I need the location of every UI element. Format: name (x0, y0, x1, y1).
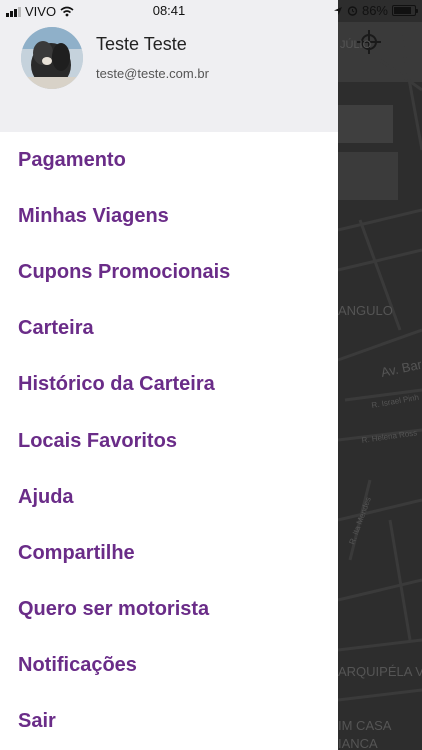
map-label: JÚLIO (340, 38, 372, 51)
menu-item-cupons-promocionais[interactable]: Cupons Promocionais (0, 244, 338, 300)
user-email: teste@teste.com.br (96, 66, 209, 81)
menu-item-notificacoes[interactable]: Notificações (0, 638, 338, 694)
map-label: IM CASA (338, 718, 392, 733)
menu-item-pagamento[interactable]: Pagamento (0, 132, 338, 188)
menu-item-carteira[interactable]: Carteira (0, 301, 338, 357)
drawer-menu: Pagamento Minhas Viagens Cupons Promocio… (0, 132, 338, 750)
side-drawer: Teste Teste teste@teste.com.br Pagamento… (0, 0, 338, 750)
map-label: IANCA (338, 736, 378, 750)
status-bar: VIVO 08:41 86% (0, 0, 422, 22)
map-label: ARQUIPÉLA VERDE (338, 664, 422, 679)
menu-item-sair[interactable]: Sair (0, 694, 338, 750)
menu-item-compartilhe[interactable]: Compartilhe (0, 525, 338, 581)
battery-icon (392, 5, 418, 16)
avatar-image (21, 27, 83, 89)
battery-percent: 86% (361, 3, 388, 18)
avatar[interactable] (21, 27, 83, 89)
menu-item-ajuda[interactable]: Ajuda (0, 469, 338, 525)
menu-item-historico-carteira[interactable]: Histórico da Carteira (0, 357, 338, 413)
alarm-icon (347, 6, 358, 16)
map-label: ANGULO (338, 303, 393, 318)
status-right: 86% (333, 3, 418, 18)
menu-item-quero-ser-motorista[interactable]: Quero ser motorista (0, 582, 338, 638)
menu-item-locais-favoritos[interactable]: Locais Favoritos (0, 413, 338, 469)
status-time: 08:41 (152, 3, 186, 18)
user-name: Teste Teste (96, 34, 187, 54)
menu-item-minhas-viagens[interactable]: Minhas Viagens (0, 188, 338, 244)
location-arrow-icon (333, 6, 342, 15)
